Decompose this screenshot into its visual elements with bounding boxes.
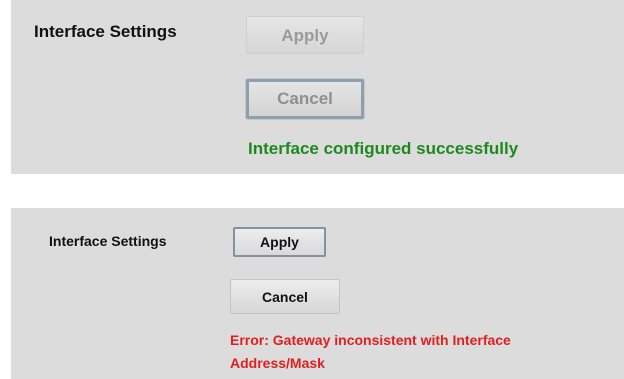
cancel-button[interactable]: Cancel: [230, 279, 340, 314]
interface-settings-label: Interface Settings: [49, 233, 167, 249]
apply-button[interactable]: Apply: [233, 227, 326, 257]
success-message: Interface configured successfully: [248, 139, 519, 158]
cancel-button[interactable]: Cancel: [246, 79, 364, 119]
apply-button[interactable]: Apply: [246, 16, 364, 54]
error-message-line: Address/Mask: [230, 355, 325, 371]
interface-settings-label: Interface Settings: [34, 22, 177, 41]
error-message-line: Error: Gateway inconsistent with Interfa…: [230, 332, 511, 348]
interface-settings-success-panel: Interface Settings Apply Cancel Interfac…: [11, 0, 624, 174]
interface-settings-error-panel: Interface Settings Apply Cancel Error: G…: [11, 208, 624, 379]
